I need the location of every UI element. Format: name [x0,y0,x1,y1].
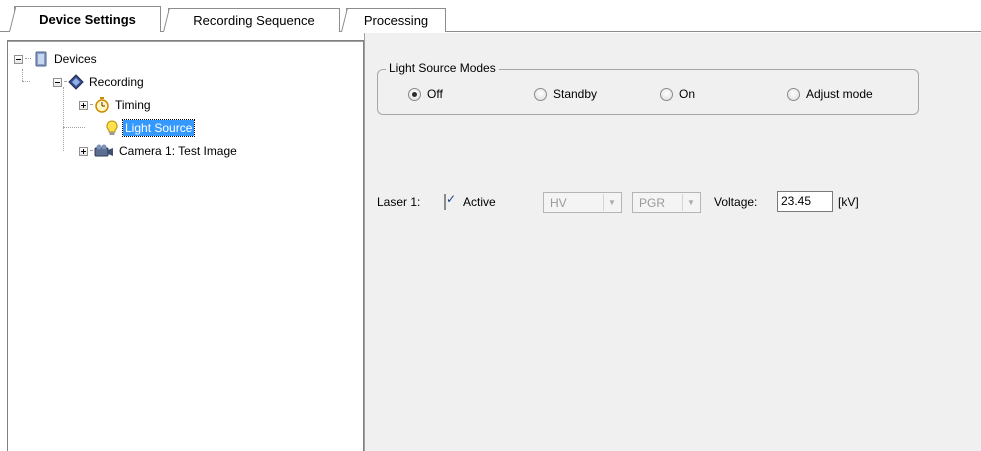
tree-node-label: Devices [54,52,97,66]
expand-icon[interactable] [79,100,88,110]
mode-on-radio[interactable]: On [660,87,695,101]
tree-node-label: Timing [115,98,151,112]
tab-device-settings[interactable]: Device Settings [9,6,161,32]
camera-icon [94,143,114,159]
recording-icon [68,74,84,90]
tree-node-light-source[interactable]: Light Source [104,119,196,137]
device-tree[interactable]: Devices Recording Timing Light Source Ca… [7,40,364,451]
light-source-settings-panel: Light Source Modes Off Standby On Adjust… [364,33,981,451]
active-label: Active [463,195,496,209]
radio-label: On [679,87,696,101]
tree-node-recording[interactable]: Recording [53,73,146,91]
mode-adjust-radio[interactable]: Adjust mode [787,87,873,101]
stopwatch-icon [94,97,110,113]
group-title: Light Source Modes [386,61,499,75]
radio-label: Adjust mode [806,87,873,101]
tree-node-label: Light Source [121,119,196,137]
tree-node-timing[interactable]: Timing [79,96,153,114]
voltage-label: Voltage: [714,195,758,209]
tree-node-label: Camera 1: Test Image [119,144,237,158]
device-panel-icon [33,51,49,67]
check-icon: ✓ [446,192,457,206]
mode-standby-radio[interactable]: Standby [534,87,597,101]
radio-label: Standby [553,87,598,101]
tree-node-label: Recording [89,75,144,89]
pgr-select[interactable]: PGR ▼ [632,192,701,213]
tree-node-camera[interactable]: Camera 1: Test Image [79,142,239,160]
radio-icon[interactable] [534,87,547,101]
collapse-icon[interactable] [53,77,62,87]
radio-icon[interactable] [660,87,673,101]
tab-recording-sequence[interactable]: Recording Sequence [163,8,340,32]
pgr-select-value: PGR [639,195,666,210]
mode-off-radio[interactable]: Off [408,87,443,101]
tab-label: Device Settings [39,12,136,27]
radio-label: Off [427,87,443,101]
radio-icon[interactable] [787,87,800,101]
laser-label: Laser 1: [377,195,421,209]
laser-1-row: Laser 1: ✓ Active HV ▼ PGR ▼ Voltage: 23… [377,191,977,214]
tab-label: Recording Sequence [193,13,315,28]
voltage-input[interactable]: 23.45 [777,191,833,212]
tab-strip: Device Settings Recording Sequence Proce… [0,0,981,33]
hv-select-value: HV [550,195,567,210]
chevron-down-icon[interactable]: ▼ [603,194,620,211]
chevron-down-icon[interactable]: ▼ [682,194,699,211]
hv-select[interactable]: HV ▼ [543,192,622,213]
light-source-modes-group: Light Source Modes Off Standby On Adjust… [377,61,919,115]
voltage-unit: [kV] [838,195,859,209]
tab-processing[interactable]: Processing [341,8,446,32]
radio-checked-icon[interactable] [408,87,421,101]
expand-icon[interactable] [79,146,88,156]
tab-label: Processing [363,13,429,28]
collapse-icon[interactable] [14,54,23,64]
lightbulb-icon [104,120,120,136]
tree-node-devices[interactable]: Devices [14,50,99,68]
active-checkbox[interactable]: ✓ [444,192,456,210]
